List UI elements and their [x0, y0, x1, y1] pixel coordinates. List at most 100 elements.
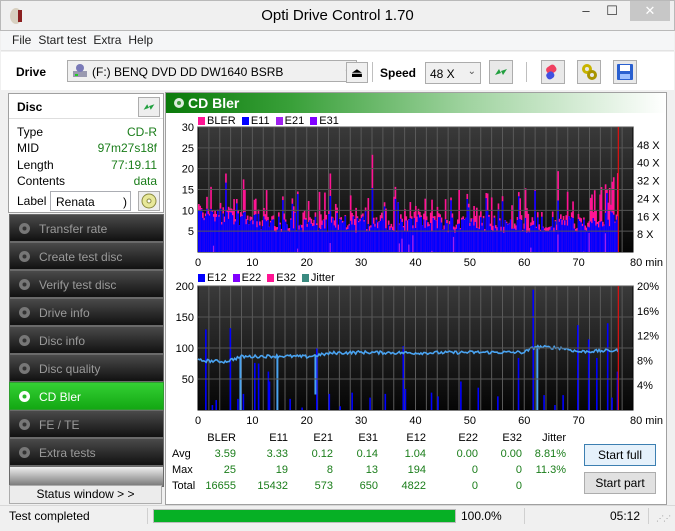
disc-icon [19, 363, 30, 374]
x-tick-label: 20 [301, 257, 313, 269]
x-tick-label: 0 [195, 415, 201, 427]
bar-e12 [369, 397, 371, 410]
bar-e12 [497, 396, 499, 410]
y2-tick-label: 4% [637, 380, 653, 392]
disc-icon [19, 391, 30, 402]
panel-title: CD Bler [188, 95, 240, 111]
status-window-button[interactable]: Status window > > [9, 485, 162, 504]
disc-key: Type [17, 125, 44, 139]
nav-item-extra-tests[interactable]: Extra tests [9, 438, 164, 466]
stats-cell: 25 [223, 464, 236, 476]
x-tick-label: 60 [518, 257, 530, 269]
nav-label: Disc quality [39, 362, 101, 376]
x-tick-label: 20 [301, 415, 313, 427]
speed-select[interactable]: 48 X ⌄ [425, 62, 481, 84]
bar-e12 [289, 398, 291, 410]
x-tick-label: 80 min [630, 415, 663, 427]
stats-cell: 3.59 [214, 448, 236, 460]
status-bar: Test completed 100.0% 05:12 ⋰⋰ [0, 505, 675, 525]
main-panel: CD Bler BLER E11 E21 E31 5 10 15 20 25 30 0 10 2… [165, 92, 667, 505]
bar-e12 [430, 392, 433, 410]
bar-e21 [296, 248, 299, 252]
y-tick-label: 200 [176, 281, 194, 293]
resize-grip[interactable]: ⋰⋰ [656, 514, 671, 523]
disc-icon [19, 335, 30, 346]
status-divider [648, 508, 649, 524]
nav-label: Create test disc [39, 250, 123, 264]
disc-key: Contents [17, 174, 66, 188]
nav-item-create-test-disc[interactable]: Create test disc [9, 242, 164, 270]
disc-label-button[interactable] [138, 191, 160, 211]
bar-e12 [229, 328, 232, 410]
start-part-button[interactable]: Start part [584, 472, 656, 494]
stats-cell: 16655 [205, 480, 236, 492]
close-button[interactable]: ✕ [630, 1, 670, 21]
stats-cell: 0 [471, 480, 478, 492]
nav-item-fe-te[interactable]: FE / TE [9, 410, 164, 438]
start-full-button[interactable]: Start full [584, 444, 656, 466]
x-tick-label: 70 [573, 415, 585, 427]
nav-spacer [9, 466, 164, 487]
menu-help[interactable]: Help [126, 31, 158, 47]
bar-e21 [588, 232, 590, 252]
x-tick-label: 80 min [630, 257, 663, 269]
cd-icon [141, 193, 157, 209]
stats-header: E31 [358, 432, 378, 444]
stats-header: E22 [458, 432, 478, 444]
panel-header: CD Bler [166, 93, 666, 113]
nav-label: Transfer rate [39, 222, 108, 236]
nav-item-verify-test-disc[interactable]: Verify test disc [9, 270, 164, 298]
bar-e12 [257, 363, 260, 410]
eject-button[interactable]: ⏏ [346, 62, 368, 83]
bar-e21 [408, 244, 410, 252]
stats-row-label: Total [172, 480, 196, 492]
chevron-down-icon: ⌄ [467, 66, 476, 77]
save-button[interactable] [613, 60, 637, 84]
stats-cell: 1.04 [404, 448, 426, 460]
x-tick-label: 70 [573, 257, 585, 269]
bar-e12 [328, 393, 331, 410]
stats-cell: 650 [359, 480, 378, 492]
menu-start-test[interactable]: Start test [36, 31, 91, 47]
progress-bar [153, 509, 456, 523]
disc-icon [19, 307, 30, 318]
nav-label: Extra tests [39, 446, 96, 460]
bar-e21 [329, 243, 331, 252]
bar-e12 [517, 357, 520, 410]
x-tick-label: 10 [246, 257, 258, 269]
minimize-button[interactable]: – [573, 1, 599, 21]
bar-e21 [452, 236, 455, 252]
eraser-icon [546, 64, 557, 80]
stats-cell: 0 [515, 464, 522, 476]
bar-e21 [530, 247, 532, 252]
y-tick-label: 150 [176, 312, 194, 324]
stats-cell: 4822 [401, 480, 426, 492]
stats-header: E21 [313, 432, 333, 444]
menu-file[interactable]: File [1, 31, 36, 47]
disc-label-field[interactable]: Renata ) [50, 191, 131, 211]
stats-cell: 0.00 [500, 448, 522, 460]
nav-item-drive-info[interactable]: Drive info [9, 298, 164, 326]
stats-row-label: Avg [172, 448, 191, 460]
bar-e12 [611, 397, 613, 410]
settings-button[interactable] [577, 60, 601, 84]
bar-e21 [412, 235, 414, 252]
bar-e12 [562, 395, 564, 410]
maximize-button[interactable]: ☐ [599, 1, 625, 21]
stats-header: E12 [406, 432, 426, 444]
nav-item-transfer-rate[interactable]: Transfer rate [9, 214, 164, 242]
menu-extra[interactable]: Extra [91, 31, 126, 47]
nav-item-disc-quality[interactable]: Disc quality [9, 354, 164, 382]
test-nav: Transfer rate Create test disc Verify test… [9, 214, 164, 487]
drive-select[interactable]: (F:) BENQ DVD DD DW1640 BSRB ⌄ [67, 60, 357, 82]
refresh-speed-button[interactable] [489, 60, 513, 84]
bar-e12 [606, 323, 609, 410]
refresh-icon [143, 104, 155, 110]
x-tick-label: 40 [409, 257, 421, 269]
disc-refresh-button[interactable] [138, 97, 160, 117]
nav-item-cd-bler[interactable]: CD Bler [9, 382, 164, 410]
disc-row-mid: MID 97m27s18f [17, 141, 157, 157]
disc-icon [19, 251, 30, 262]
erase-button[interactable] [541, 60, 565, 84]
nav-item-disc-info[interactable]: Disc info [9, 326, 164, 354]
